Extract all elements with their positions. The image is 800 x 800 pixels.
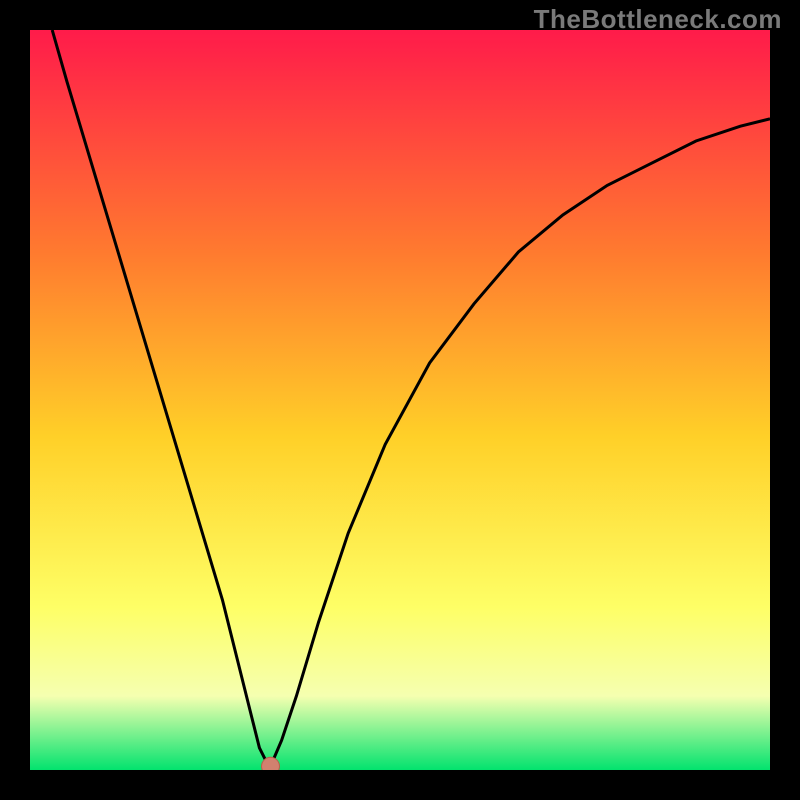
gradient-background bbox=[30, 30, 770, 770]
optimum-marker-icon bbox=[262, 757, 280, 770]
bottleneck-plot bbox=[30, 30, 770, 770]
plot-area bbox=[30, 30, 770, 770]
chart-frame: TheBottleneck.com bbox=[0, 0, 800, 800]
